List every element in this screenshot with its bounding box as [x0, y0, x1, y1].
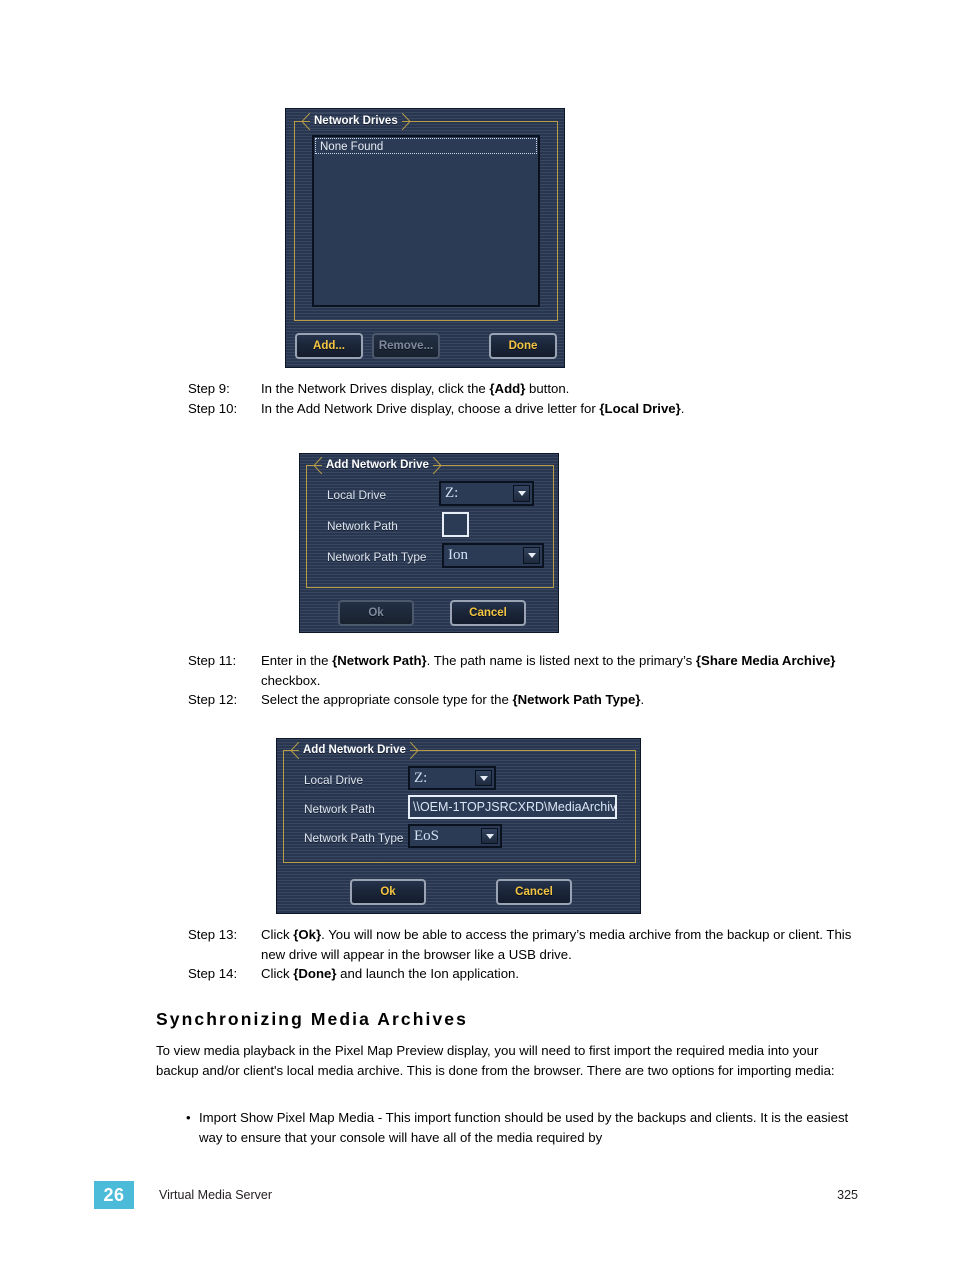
ok-button[interactable]: Ok	[350, 879, 426, 905]
done-button[interactable]: Done	[489, 333, 557, 359]
chevron-down-icon[interactable]	[475, 770, 492, 786]
bullet-text: Import Show Pixel Map Media - This impor…	[199, 1110, 849, 1145]
network-path-type-label: Network Path Type	[327, 550, 427, 564]
step-label: Step 14:	[188, 966, 238, 982]
chevron-down-icon[interactable]	[513, 485, 530, 502]
dialog-title-add-network-drive: Add Network Drive	[290, 742, 419, 759]
step-label: Step 10:	[188, 400, 238, 416]
document-page: Network Drives None Found Add... Remove.…	[0, 0, 954, 1272]
network-path-type-value: EoS	[414, 827, 440, 844]
network-path-type-value: Ion	[448, 547, 468, 563]
step-label: Step 13:	[188, 927, 238, 942]
step-label: Step 9:	[188, 381, 230, 396]
network-path-label: Network Path	[304, 802, 375, 816]
chevron-down-icon[interactable]	[481, 828, 498, 844]
bullet-list: • Import Show Pixel Map Media - This imp…	[186, 1108, 858, 1147]
step-row: Step 11: Enter in the {Network Path}. Th…	[188, 651, 860, 690]
local-drive-value: Z:	[414, 769, 428, 786]
step-text: Enter in the {Network Path}. The path na…	[261, 653, 836, 688]
network-path-type-label: Network Path Type	[304, 831, 404, 845]
steps-group-9-10: Step 9: In the Network Drives display, c…	[188, 379, 860, 418]
dialog-title-add-network-drive: Add Network Drive	[313, 457, 442, 474]
step-row: Step 9: In the Network Drives display, c…	[188, 379, 860, 399]
step-text: Select the appropriate console type for …	[261, 692, 645, 708]
dialog-title-text: Network Drives	[314, 115, 398, 127]
local-drive-combo[interactable]: Z:	[439, 481, 534, 506]
step-row: Step 13: Click {Ok}. You will now be abl…	[188, 925, 860, 964]
step-row: Step 10: In the Add Network Drive displa…	[188, 399, 860, 419]
network-drives-listbox[interactable]: None Found	[312, 135, 540, 307]
local-drive-label: Local Drive	[304, 773, 364, 787]
add-button[interactable]: Add...	[295, 333, 363, 359]
remove-button: Remove...	[372, 333, 440, 359]
cancel-button[interactable]: Cancel	[450, 600, 526, 626]
chapter-number-badge: 26	[94, 1181, 134, 1209]
step-label: Step 11:	[188, 653, 237, 668]
local-drive-label: Local Drive	[327, 488, 387, 502]
network-path-label: Network Path	[327, 519, 398, 533]
steps-group-11-12: Step 11: Enter in the {Network Path}. Th…	[188, 651, 860, 710]
dialog-add-network-drive-filled: Add Network Drive Local Drive Z: Network…	[276, 738, 641, 914]
step-label: Step 12:	[188, 692, 238, 708]
network-path-type-combo[interactable]: Ion	[442, 543, 544, 568]
dialog-title-text: Add Network Drive	[326, 459, 429, 471]
chevron-down-icon[interactable]	[523, 547, 540, 564]
dialog-title-text: Add Network Drive	[303, 744, 406, 756]
network-path-input[interactable]	[442, 512, 469, 537]
chapter-title: Virtual Media Server	[159, 1188, 273, 1202]
body-paragraph: To view media playback in the Pixel Map …	[156, 1043, 835, 1078]
ok-button: Ok	[338, 600, 414, 626]
list-item: • Import Show Pixel Map Media - This imp…	[186, 1108, 858, 1147]
step-row: Step 14: Click {Done} and launch the Ion…	[188, 964, 860, 984]
local-drive-value: Z:	[445, 485, 459, 501]
dialog-add-network-drive-empty: Add Network Drive Local Drive Z: Network…	[299, 453, 559, 633]
step-text: Click {Ok}. You will now be able to acce…	[261, 927, 852, 962]
page-footer: 26 Virtual Media Server 325	[0, 1180, 954, 1220]
page-number: 325	[837, 1188, 858, 1202]
list-item[interactable]: None Found	[315, 138, 537, 154]
steps-group-13-14: Step 13: Click {Ok}. You will now be abl…	[188, 925, 860, 984]
network-path-type-combo[interactable]: EoS	[408, 824, 502, 848]
local-drive-combo[interactable]: Z:	[408, 766, 496, 790]
dialog-network-drives: Network Drives None Found Add... Remove.…	[285, 108, 565, 368]
step-row: Step 12: Select the appropriate console …	[188, 690, 860, 710]
dialog-title-network-drives: Network Drives	[301, 113, 411, 130]
section-heading: Synchronizing Media Archives	[156, 1009, 468, 1029]
cancel-button[interactable]: Cancel	[496, 879, 572, 905]
network-path-input[interactable]: \\OEM-1TOPJSRCXRD\MediaArchive	[408, 795, 617, 819]
step-text: Click {Done} and launch the Ion applicat…	[261, 966, 520, 982]
step-text: In the Add Network Drive display, choose…	[261, 400, 685, 416]
step-text: In the Network Drives display, click the…	[261, 381, 570, 396]
bullet-marker-icon: •	[186, 1110, 191, 1125]
